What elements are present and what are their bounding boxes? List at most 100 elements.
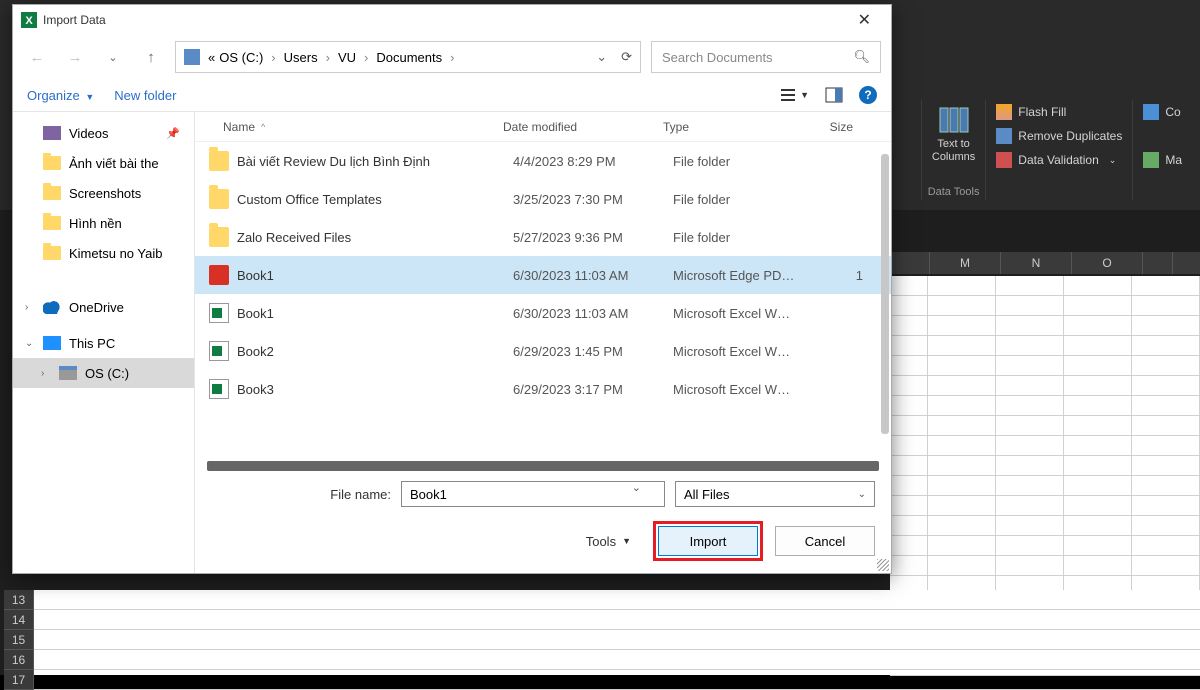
nav-row: ← → ⌄ ↑ « OS (C:)› Users› VU› Documents›… [13, 35, 891, 79]
column-header-partial[interactable] [1143, 252, 1173, 274]
file-date: 6/29/2023 3:17 PM [513, 382, 673, 397]
sidebar-item-onedrive[interactable]: ›OneDrive [13, 292, 194, 322]
folder-icon [43, 216, 61, 230]
file-row[interactable]: Custom Office Templates3/25/2023 7:30 PM… [195, 180, 891, 218]
sidebar-item-drive[interactable]: ›OS (C:) [13, 358, 194, 388]
breadcrumb[interactable]: OS (C:) [219, 50, 263, 65]
address-dropdown[interactable]: ⌄ [596, 49, 607, 65]
file-type-filter[interactable]: All Files⌄ [675, 481, 875, 507]
folder-icon [43, 156, 61, 170]
flash-fill-button[interactable]: Flash Fill [996, 104, 1066, 120]
row-header[interactable]: 15 [4, 630, 34, 650]
up-button[interactable]: ↑ [137, 43, 165, 71]
sidebar-item[interactable]: Kimetsu no Yaib [13, 238, 194, 268]
remove-duplicates-button[interactable]: Remove Duplicates [996, 128, 1122, 144]
refresh-button[interactable]: ⟳ [621, 49, 632, 65]
help-button[interactable]: ? [859, 86, 877, 104]
column-header[interactable]: O [1072, 252, 1143, 274]
breadcrumb[interactable]: VU [338, 50, 356, 65]
column-header[interactable]: M [930, 252, 1001, 274]
organize-button[interactable]: Organize ▼ [27, 88, 94, 103]
file-name: Book3 [237, 382, 513, 397]
file-date: 6/30/2023 11:03 AM [513, 306, 673, 321]
file-row[interactable]: Book26/29/2023 1:45 PMMicrosoft Excel W… [195, 332, 891, 370]
file-list: Bài viết Review Du lịch Bình Định4/4/202… [195, 142, 891, 457]
preview-pane-button[interactable] [825, 86, 843, 104]
sidebar-item[interactable]: Ảnh viết bài the [13, 148, 194, 178]
sidebar-label: OS (C:) [85, 366, 129, 381]
sidebar-label: Ảnh viết bài the [69, 156, 159, 171]
folder-icon [209, 227, 229, 247]
remove-duplicates-label: Remove Duplicates [1018, 129, 1122, 143]
flash-fill-label: Flash Fill [1018, 105, 1066, 119]
back-button[interactable]: ← [23, 43, 51, 71]
column-header[interactable]: N [1001, 252, 1072, 274]
vertical-scrollbar[interactable] [881, 154, 889, 434]
row-header[interactable]: 14 [4, 610, 34, 630]
pin-icon: 📌 [166, 127, 180, 140]
chevron-right-icon: › [364, 50, 368, 65]
sidebar-item-thispc[interactable]: ⌄This PC [13, 328, 194, 358]
row-header[interactable]: 13 [4, 590, 34, 610]
file-row[interactable]: Book16/30/2023 11:03 AMMicrosoft Excel W… [195, 294, 891, 332]
column-size[interactable]: Size [803, 120, 853, 134]
folder-tree: Videos📌 Ảnh viết bài the Screenshots Hìn… [13, 112, 195, 573]
view-options-button[interactable]: ▼ [780, 87, 809, 103]
ribbon-group-datatools-2: Flash Fill Remove Duplicates Data Valida… [985, 100, 1132, 200]
tools-dropdown[interactable]: Tools▼ [586, 534, 631, 549]
sidebar-item-videos[interactable]: Videos📌 [13, 118, 194, 148]
file-name: Book2 [237, 344, 513, 359]
pdf-icon [209, 265, 229, 285]
manage-icon [1143, 152, 1159, 168]
breadcrumb[interactable]: Documents [376, 50, 442, 65]
recent-dropdown[interactable]: ⌄ [99, 43, 127, 71]
manage-button[interactable]: Ma [1143, 152, 1182, 168]
xlsx-icon [209, 303, 229, 323]
forward-button[interactable]: → [61, 43, 89, 71]
folder-icon [209, 189, 229, 209]
dialog-toolbar: Organize ▼ New folder ▼ ? [13, 79, 891, 111]
excel-icon: X [21, 12, 37, 28]
file-type: File folder [673, 230, 823, 245]
chevron-down-icon: ⌄ [1109, 155, 1117, 166]
search-box[interactable]: Search Documents 🔍︎ [651, 41, 881, 73]
row-header[interactable]: 16 [4, 650, 34, 670]
list-view-icon [780, 87, 796, 103]
filename-row: File name: ⌄ All Files⌄ [211, 481, 875, 507]
file-type: Microsoft Edge PD… [673, 268, 823, 283]
file-row[interactable]: Bài viết Review Du lịch Bình Định4/4/202… [195, 142, 891, 180]
filename-input[interactable] [401, 481, 665, 507]
close-button[interactable]: ✕ [846, 6, 883, 34]
sidebar-item[interactable]: Hình nền [13, 208, 194, 238]
column-name[interactable]: Name ^ [223, 120, 503, 134]
consolidate-button[interactable]: Co [1143, 104, 1180, 120]
button-row: Tools▼ Import Cancel [211, 521, 875, 561]
file-name: Book1 [237, 306, 513, 321]
xlsx-icon [209, 379, 229, 399]
chevron-down-icon: ⌄ [858, 489, 866, 500]
horizontal-scrollbar[interactable] [207, 461, 879, 471]
new-folder-button[interactable]: New folder [114, 88, 176, 103]
row-header[interactable]: 17 [4, 670, 34, 690]
resize-grip[interactable] [877, 559, 889, 571]
file-row[interactable]: Book36/29/2023 3:17 PMMicrosoft Excel W… [195, 370, 891, 408]
breadcrumb[interactable]: Users [284, 50, 318, 65]
spreadsheet-grid-bottom[interactable] [34, 590, 1200, 675]
column-date[interactable]: Date modified [503, 120, 663, 134]
address-bar[interactable]: « OS (C:)› Users› VU› Documents› ⌄ ⟳ [175, 41, 641, 73]
file-type: Microsoft Excel W… [673, 306, 823, 321]
cancel-button[interactable]: Cancel [775, 526, 875, 556]
column-type[interactable]: Type [663, 120, 803, 134]
chevron-icon: › [25, 302, 35, 313]
file-row[interactable]: Zalo Received Files5/27/2023 9:36 PMFile… [195, 218, 891, 256]
text-to-columns-label: Text to Columns [932, 138, 975, 164]
sidebar-item[interactable]: Screenshots [13, 178, 194, 208]
col-label: Name [223, 120, 255, 134]
column-header-partial[interactable] [890, 252, 930, 274]
filename-label: File name: [211, 487, 391, 502]
data-validation-button[interactable]: Data Validation⌄ [996, 152, 1116, 168]
file-row[interactable]: Book16/30/2023 11:03 AMMicrosoft Edge PD… [195, 256, 891, 294]
sidebar-label: Screenshots [69, 186, 141, 201]
import-button[interactable]: Import [658, 526, 758, 556]
text-to-columns-button[interactable]: Text to Columns [932, 104, 975, 164]
